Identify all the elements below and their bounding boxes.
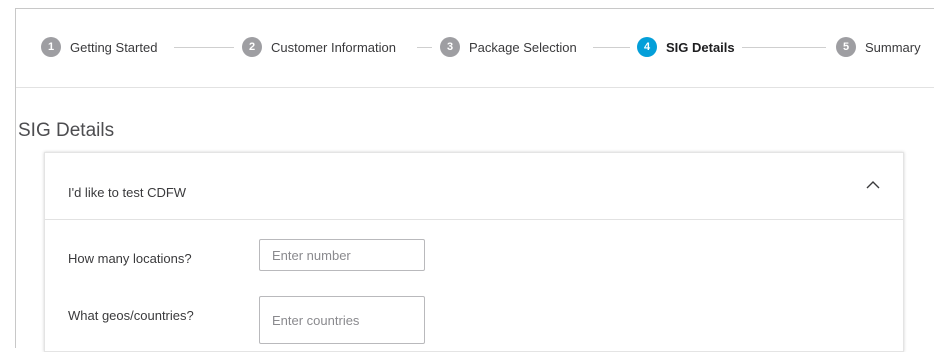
step-label: Getting Started (70, 39, 158, 55)
step-getting-started[interactable]: 1 Getting Started (41, 37, 157, 57)
step-label: Customer Information (271, 39, 396, 55)
step-number: 1 (41, 37, 61, 57)
locations-input[interactable] (259, 239, 425, 271)
accordion-header[interactable]: I'd like to test CDFW (45, 153, 903, 220)
accordion-title: I'd like to test CDFW (68, 185, 187, 200)
geos-label: What geos/countries? (68, 308, 194, 323)
step-customer-information[interactable]: 2 Customer Information (242, 37, 396, 57)
chevron-up-icon[interactable] (865, 177, 881, 193)
geos-countries-input[interactable] (259, 296, 425, 344)
step-number: 3 (440, 37, 460, 57)
step-connector (742, 47, 826, 48)
step-summary[interactable]: 5 Summary (836, 37, 921, 57)
step-connector (417, 47, 432, 48)
step-label: Package Selection (469, 39, 577, 55)
wizard-frame: 1 Getting Started 2 Customer Information… (15, 8, 934, 352)
step-package-selection[interactable]: 3 Package Selection (440, 37, 577, 57)
step-connector (174, 47, 234, 48)
page-title: SIG Details (18, 120, 115, 141)
locations-label: How many locations? (68, 251, 192, 266)
step-sig-details[interactable]: 4 SIG Details (637, 37, 735, 57)
step-connector (593, 47, 630, 48)
step-number: 5 (836, 37, 856, 57)
step-label: Summary (865, 39, 921, 55)
step-number: 4 (637, 37, 657, 57)
cdfw-accordion-card: I'd like to test CDFW How many locations… (44, 152, 904, 352)
wizard-stepper: 1 Getting Started 2 Customer Information… (16, 9, 934, 88)
step-label: SIG Details (666, 39, 735, 55)
step-number: 2 (242, 37, 262, 57)
